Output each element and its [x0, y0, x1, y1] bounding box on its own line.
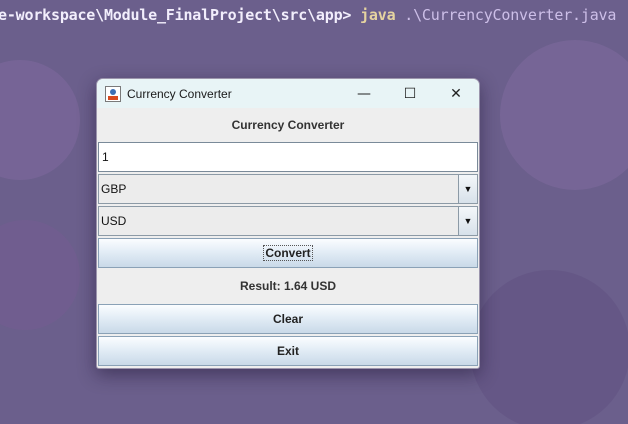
background-decoration: [500, 40, 628, 190]
amount-input[interactable]: 1: [98, 142, 478, 172]
to-currency-select[interactable]: USD ▼: [98, 206, 478, 236]
convert-button[interactable]: Convert: [98, 238, 478, 268]
window-title: Currency Converter: [127, 86, 232, 101]
background-decoration: [470, 270, 628, 424]
dropdown-arrow-icon[interactable]: ▼: [458, 175, 477, 203]
terminal-command: java: [360, 6, 396, 24]
exit-button[interactable]: Exit: [98, 336, 478, 366]
background-decoration: [0, 220, 80, 330]
terminal-argument: .\CurrencyConverter.java: [404, 6, 617, 24]
terminal-prompt: e-workspace\Module_FinalProject\src\app>…: [0, 6, 616, 24]
clear-button-label: Clear: [272, 312, 304, 326]
close-button[interactable]: ✕: [433, 79, 479, 108]
currency-converter-window: Currency Converter — ☐ ✕ Currency Conver…: [96, 78, 480, 369]
clear-button[interactable]: Clear: [98, 304, 478, 334]
dropdown-arrow-icon[interactable]: ▼: [458, 207, 477, 235]
java-app-icon: [105, 85, 121, 102]
minimize-button[interactable]: —: [341, 79, 387, 108]
convert-button-label: Convert: [263, 245, 313, 261]
title-bar[interactable]: Currency Converter — ☐ ✕: [97, 79, 479, 108]
background-decoration: [0, 60, 80, 180]
exit-button-label: Exit: [276, 344, 299, 358]
to-currency-value: USD: [101, 214, 127, 228]
result-label: Result: 1.64 USD: [239, 279, 337, 293]
terminal-path: e-workspace\Module_FinalProject\src\app>: [0, 6, 352, 24]
from-currency-select[interactable]: GBP ▼: [98, 174, 478, 204]
form-heading: Currency Converter: [231, 118, 345, 132]
maximize-button[interactable]: ☐: [387, 79, 433, 108]
form-panel: Currency Converter 1 GBP ▼ USD ▼ Convert…: [97, 108, 479, 366]
from-currency-value: GBP: [101, 182, 127, 196]
amount-value: 1: [102, 150, 109, 164]
